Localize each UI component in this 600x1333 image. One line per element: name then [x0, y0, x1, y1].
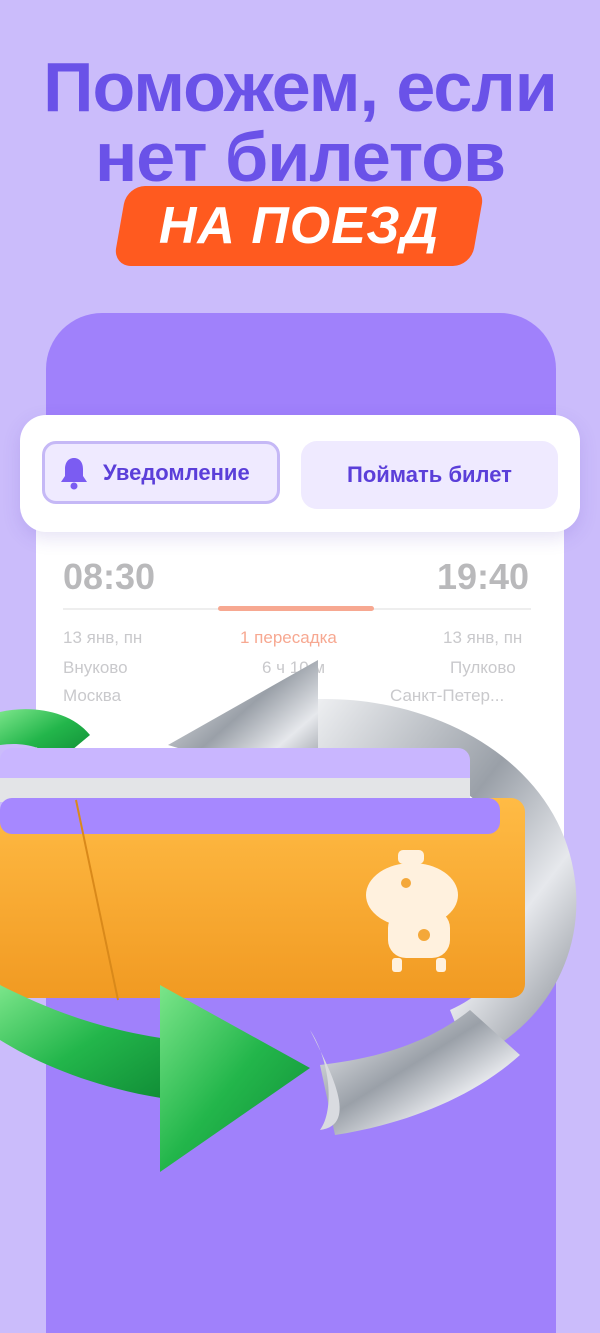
catch-ticket-button[interactable]: Поймать билет — [301, 441, 558, 509]
arrival-station: Пулково — [450, 658, 516, 677]
departure-time: 08:30 — [63, 556, 156, 597]
catch-ticket-label: Поймать билет — [347, 462, 512, 487]
arrival-time: 19:40 — [437, 556, 530, 597]
action-card: Уведомление Поймать билет — [20, 415, 580, 532]
notify-label: Уведомление — [103, 459, 250, 485]
arrival-date: 13 янв, пн — [443, 628, 523, 647]
departure-station: Внуково — [63, 658, 128, 677]
route-highlight-bar — [218, 606, 374, 611]
trip-duration: 6 ч 10 м — [262, 658, 326, 677]
departure-city: Москва — [63, 686, 122, 705]
notify-button[interactable]: Уведомление — [42, 441, 280, 504]
headline: Поможем, если нет билетов — [0, 52, 600, 192]
departure-date: 13 янв, пн — [63, 628, 143, 647]
arrival-city: Санкт-Петер... — [390, 686, 505, 705]
badge-text: НА ПОЕЗД — [158, 197, 440, 255]
bell-icon — [61, 457, 87, 489]
transfers-count: 1 пересадка — [240, 628, 337, 647]
headline-line-1: Поможем, если — [43, 48, 558, 126]
headline-badge: НА ПОЕЗД — [112, 186, 486, 266]
headline-line-2: нет билетов — [95, 118, 506, 196]
